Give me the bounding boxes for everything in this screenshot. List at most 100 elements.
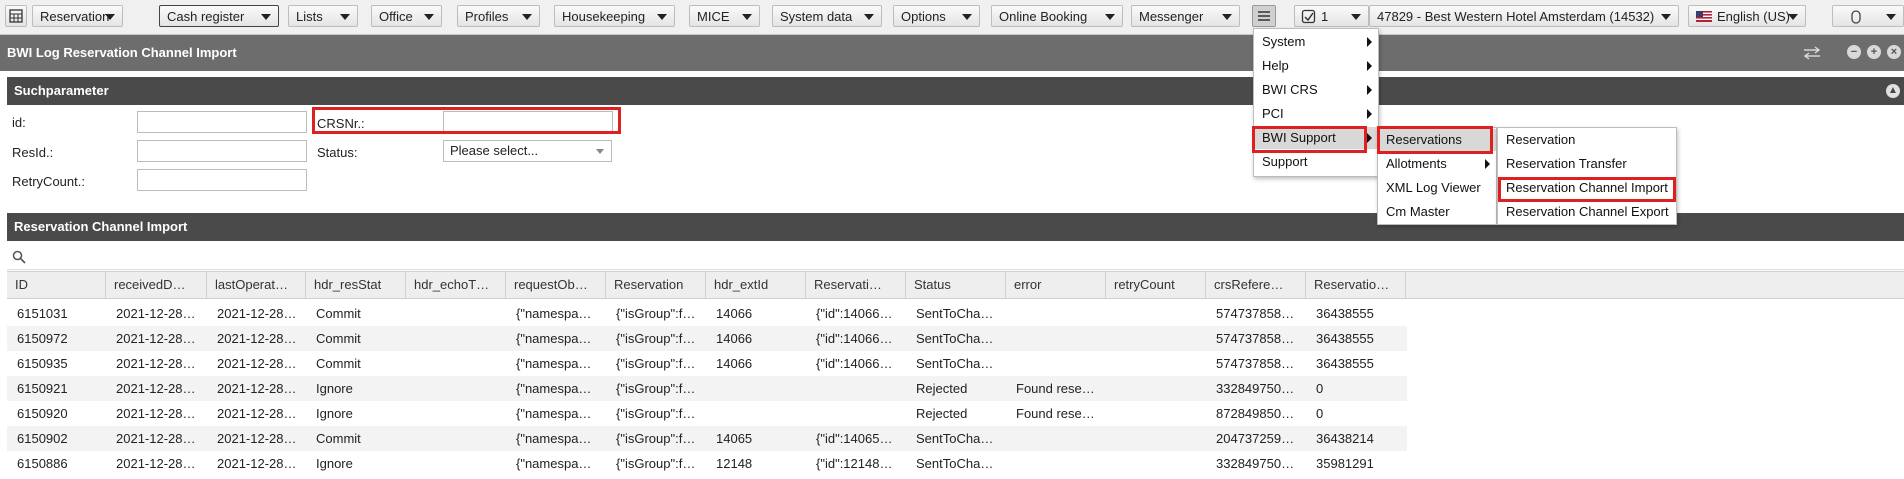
column-header[interactable]: hdr_extId xyxy=(706,272,806,298)
menu-level1-item[interactable]: System xyxy=(1254,31,1378,53)
table-row[interactable]: 6150935 2021-12-28… 2021-12-28… Commit {"nam… xyxy=(7,351,1407,376)
table-cell: 0 xyxy=(1316,406,1324,421)
caret-down-icon xyxy=(657,14,667,20)
table-cell: 14066 xyxy=(716,306,753,321)
caret-down-icon xyxy=(742,14,752,20)
table-cell xyxy=(406,351,506,376)
menu-cash-register[interactable]: Cash register xyxy=(159,5,279,27)
table-cell: SentToCha… xyxy=(916,456,994,471)
maximize-icon[interactable]: + xyxy=(1867,45,1881,59)
table-row[interactable]: 6150921 2021-12-28… 2021-12-28… Ignore {"nam… xyxy=(7,376,1407,401)
minimize-icon[interactable]: − xyxy=(1847,45,1861,59)
table-cell: 14065 xyxy=(716,431,753,446)
table-cell: 6150920 xyxy=(17,406,68,421)
column-header[interactable]: hdr_echoT… xyxy=(406,272,506,298)
menu-level1-item[interactable]: Support xyxy=(1254,151,1378,173)
bwi-support-highlight xyxy=(1252,126,1367,153)
hotel-selector[interactable]: 47829 - Best Western Hotel Amsterdam (14… xyxy=(1369,5,1679,27)
table-cell: 6150886 xyxy=(17,456,68,471)
table-cell: Found rese… xyxy=(1016,381,1095,396)
menu-options[interactable]: Options xyxy=(893,5,980,27)
menu-level1-item-label: PCI xyxy=(1262,106,1284,121)
table-cell: {"isGroup":f… xyxy=(616,406,696,421)
menu-level3-item[interactable]: Reservation Channel Export xyxy=(1498,201,1676,223)
column-header[interactable]: requestOb… xyxy=(506,272,606,298)
menu-lists[interactable]: Lists xyxy=(288,5,358,27)
table-cell xyxy=(1106,376,1206,401)
task-count: 1 xyxy=(1321,9,1329,24)
table-cell: 2021-12-28… xyxy=(217,406,297,421)
id-input[interactable] xyxy=(137,111,307,133)
menu-level2-item[interactable]: XML Log Viewer xyxy=(1378,177,1496,199)
column-header[interactable]: retryCount xyxy=(1106,272,1206,298)
table-cell xyxy=(1106,301,1206,326)
column-header[interactable]: lastOperat… xyxy=(207,272,306,298)
table-cell: Ignore xyxy=(316,456,353,471)
column-header[interactable]: ID xyxy=(7,272,106,298)
grid-search-bar[interactable] xyxy=(7,244,1904,270)
user-icon xyxy=(1851,10,1861,24)
table-cell: 872849850… xyxy=(1216,406,1295,421)
menu-level1-item[interactable]: BWI CRS xyxy=(1254,79,1378,101)
menu-housekeeping[interactable]: Housekeeping xyxy=(554,5,675,27)
column-header[interactable]: receivedD… xyxy=(106,272,207,298)
column-header[interactable]: error xyxy=(1006,272,1106,298)
table-cell: {"id":14066… xyxy=(816,356,893,371)
table-cell: {"id":12148… xyxy=(816,456,893,471)
column-header[interactable]: hdr_resStat xyxy=(306,272,406,298)
tasks-dropdown[interactable]: 1 xyxy=(1294,5,1369,27)
table-cell: 332849750… xyxy=(1216,456,1295,471)
menu-messenger[interactable]: Messenger xyxy=(1131,5,1240,27)
status-select[interactable]: Please select... xyxy=(443,140,612,162)
language-selector[interactable]: English (US) xyxy=(1688,5,1806,27)
menu-level1-item[interactable]: Help xyxy=(1254,55,1378,77)
table-cell: 2021-12-28… xyxy=(116,431,196,446)
menu-level1-item[interactable]: PCI xyxy=(1254,103,1378,125)
column-header[interactable]: Reservation xyxy=(606,272,706,298)
menu-office[interactable]: Office xyxy=(371,5,442,27)
close-icon[interactable]: × xyxy=(1887,45,1901,59)
resid-input[interactable] xyxy=(137,140,307,162)
menu-online-booking[interactable]: Online Booking xyxy=(991,5,1123,27)
menu-reservation[interactable]: Reservation xyxy=(32,5,123,27)
window-titlebar: BWI Log Reservation Channel Import − + × xyxy=(0,35,1904,71)
user-menu-button[interactable] xyxy=(1832,5,1904,27)
column-header[interactable]: Reservati… xyxy=(806,272,906,298)
status-label: Status: xyxy=(317,145,358,160)
menu-level2-item[interactable]: Cm Master xyxy=(1378,201,1496,223)
table-row[interactable]: 6150886 2021-12-28… 2021-12-28… Ignore {"nam… xyxy=(7,451,1407,476)
caret-down-icon xyxy=(1661,14,1671,20)
menu-level2-item-label: Allotments xyxy=(1386,156,1447,171)
table-row[interactable]: 6150902 2021-12-28… 2021-12-28… Commit {"nam… xyxy=(7,426,1407,451)
retrycount-input[interactable] xyxy=(137,169,307,191)
table-cell xyxy=(1106,451,1206,476)
menu-level1: System Help BWI CRS PCI BWI Support Support xyxy=(1253,28,1379,177)
menu-level2-item[interactable]: Allotments xyxy=(1378,153,1496,175)
column-header[interactable]: Reservatio… xyxy=(1306,272,1406,298)
table-cell: 12148 xyxy=(716,456,753,471)
column-header[interactable]: crsRefere… xyxy=(1206,272,1306,298)
table-cell: 0 xyxy=(1316,381,1324,396)
table-row[interactable]: 6151031 2021-12-28… 2021-12-28… Commit {"nam… xyxy=(7,301,1407,326)
table-row[interactable]: 6150920 2021-12-28… 2021-12-28… Ignore {"nam… xyxy=(7,401,1407,426)
hamburger-menu-button[interactable] xyxy=(1252,5,1276,27)
table-cell: Commit xyxy=(316,331,361,346)
collapse-icon[interactable]: ▲ xyxy=(1886,84,1900,98)
table-cell: SentToCha… xyxy=(916,331,994,346)
table-cell xyxy=(1106,326,1206,351)
menu-mice[interactable]: MICE xyxy=(689,5,760,27)
table-cell: Commit xyxy=(316,356,361,371)
column-header[interactable]: Status xyxy=(906,272,1006,298)
menu-level3-item[interactable]: Reservation xyxy=(1498,129,1676,151)
menu-level3-item[interactable]: Reservation Transfer xyxy=(1498,153,1676,175)
retrycount-label: RetryCount.: xyxy=(12,174,85,189)
menu-level2-item-label: Cm Master xyxy=(1386,204,1450,219)
menu-profiles[interactable]: Profiles xyxy=(457,5,540,27)
table-row[interactable]: 6150972 2021-12-28… 2021-12-28… Commit {"nam… xyxy=(7,326,1407,351)
swap-arrows-icon[interactable] xyxy=(1802,45,1822,61)
menu-system-data[interactable]: System data xyxy=(772,5,882,27)
caret-down-icon xyxy=(596,149,604,154)
calendar-grid-button[interactable] xyxy=(5,5,27,27)
menu-level1-item-label: System xyxy=(1262,34,1306,49)
table-cell: 36438555 xyxy=(1316,356,1374,371)
